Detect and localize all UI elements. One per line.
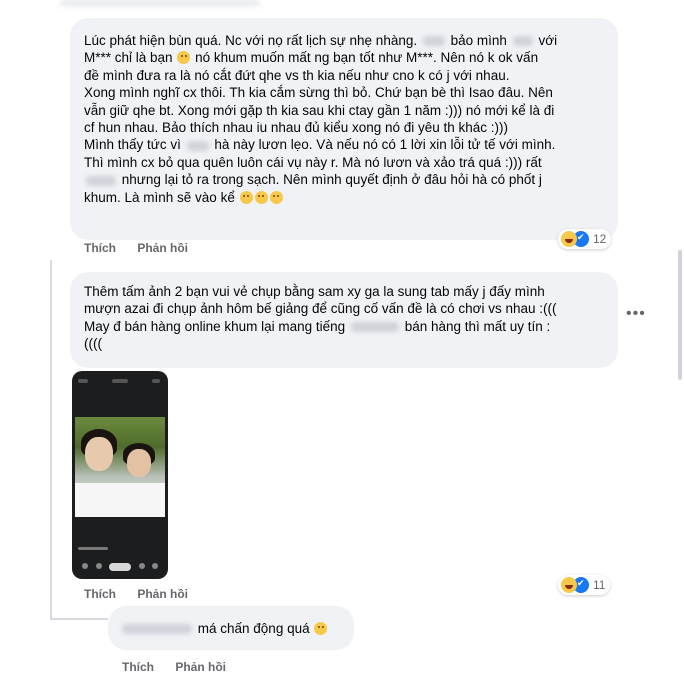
reply-link[interactable]: Phản hồi <box>137 241 188 255</box>
reply-link[interactable]: Phản hồi <box>175 660 226 674</box>
laughing-emoji-icon <box>314 622 328 635</box>
reaction-count: 11 <box>593 578 606 592</box>
photo-topbar <box>72 371 168 395</box>
comment-line: đề mình đưa ra là nó cắt đứt qhe vs th k… <box>84 67 510 83</box>
reaction-count: 12 <box>593 232 607 246</box>
comment-bubble-2: Thêm tấm ảnh 2 bạn vui vẻ chụp bằng sam … <box>70 272 618 368</box>
redacted-text <box>86 175 116 186</box>
reply-link[interactable]: Phản hồi <box>137 587 188 601</box>
like-link[interactable]: Thích <box>122 660 154 674</box>
reaction-summary-2[interactable]: 11 <box>558 575 611 595</box>
redacted-name <box>122 624 192 635</box>
emoji-icon <box>269 190 283 204</box>
haha-icon <box>561 231 577 247</box>
redacted-name <box>512 36 533 47</box>
comment-line: M*** chỉ là bạn nó khum muốn mất ng bạn … <box>84 50 539 66</box>
emoji-icon <box>239 190 253 204</box>
like-link[interactable]: Thích <box>84 241 116 255</box>
photo-toolbar <box>82 563 158 571</box>
more-options-icon[interactable]: ••• <box>626 305 646 323</box>
photo-caption <box>78 547 108 550</box>
comment-line: (((( <box>84 336 102 352</box>
photo-image <box>75 417 165 517</box>
comment-bubble-3: má chấn động quá <box>108 606 354 650</box>
comment-line: vẫn giữ qhe bt. Xong mới gặp th kia sau … <box>84 102 555 118</box>
comment-line: Thì mình cx bỏ qua quên luôn cái vụ này … <box>84 154 542 170</box>
comment-bubble-1: Lúc phát hiện bùn quá. Nc với nọ rất lịc… <box>70 18 618 240</box>
comment-line: Mình thấy tức vì hà này lươn lẹo. Và nếu… <box>84 137 556 153</box>
haha-icon <box>561 577 577 593</box>
comment-line: khum. Là mình sẽ vào kể <box>84 189 604 206</box>
scrollbar[interactable] <box>678 250 682 380</box>
like-link[interactable]: Thích <box>84 587 116 601</box>
emoji-icon <box>177 51 191 65</box>
reaction-summary-1[interactable]: 12 <box>558 229 612 249</box>
comment-line: mượn azai đi chụp ảnh hôm bế giảng để cũ… <box>84 301 557 317</box>
redacted-name <box>186 140 209 151</box>
comment-line: May đ bán hàng online khum lại mang tiến… <box>84 318 551 334</box>
thread-line-branch <box>50 618 108 620</box>
blurred-header <box>60 0 260 6</box>
comment-line: nhưng lại tỏ ra trong sạch. Nên mình quy… <box>84 171 604 188</box>
redacted-name <box>422 36 445 47</box>
redacted-name <box>350 322 399 333</box>
comment-line: Xong mình nghĩ cx thôi. Th kia cắm sừng … <box>84 85 553 101</box>
comment-line: Lúc phát hiện bùn quá. Nc với nọ rất lịc… <box>84 33 558 48</box>
comment-actions-1: Thích Phản hồi <box>84 241 206 255</box>
comment-line: Thêm tấm ảnh 2 bạn vui vẻ chụp bằng sam … <box>84 284 545 299</box>
comment-line: cf hun nhau. Bảo thích nhau iu nhau đủ k… <box>84 120 509 136</box>
comment-actions-3: Thích Phản hồi <box>122 660 244 674</box>
attached-photo[interactable] <box>72 371 168 579</box>
comment-actions-2: Thích Phản hồi <box>84 587 206 601</box>
emoji-icon <box>254 190 268 204</box>
thread-line <box>50 260 52 620</box>
